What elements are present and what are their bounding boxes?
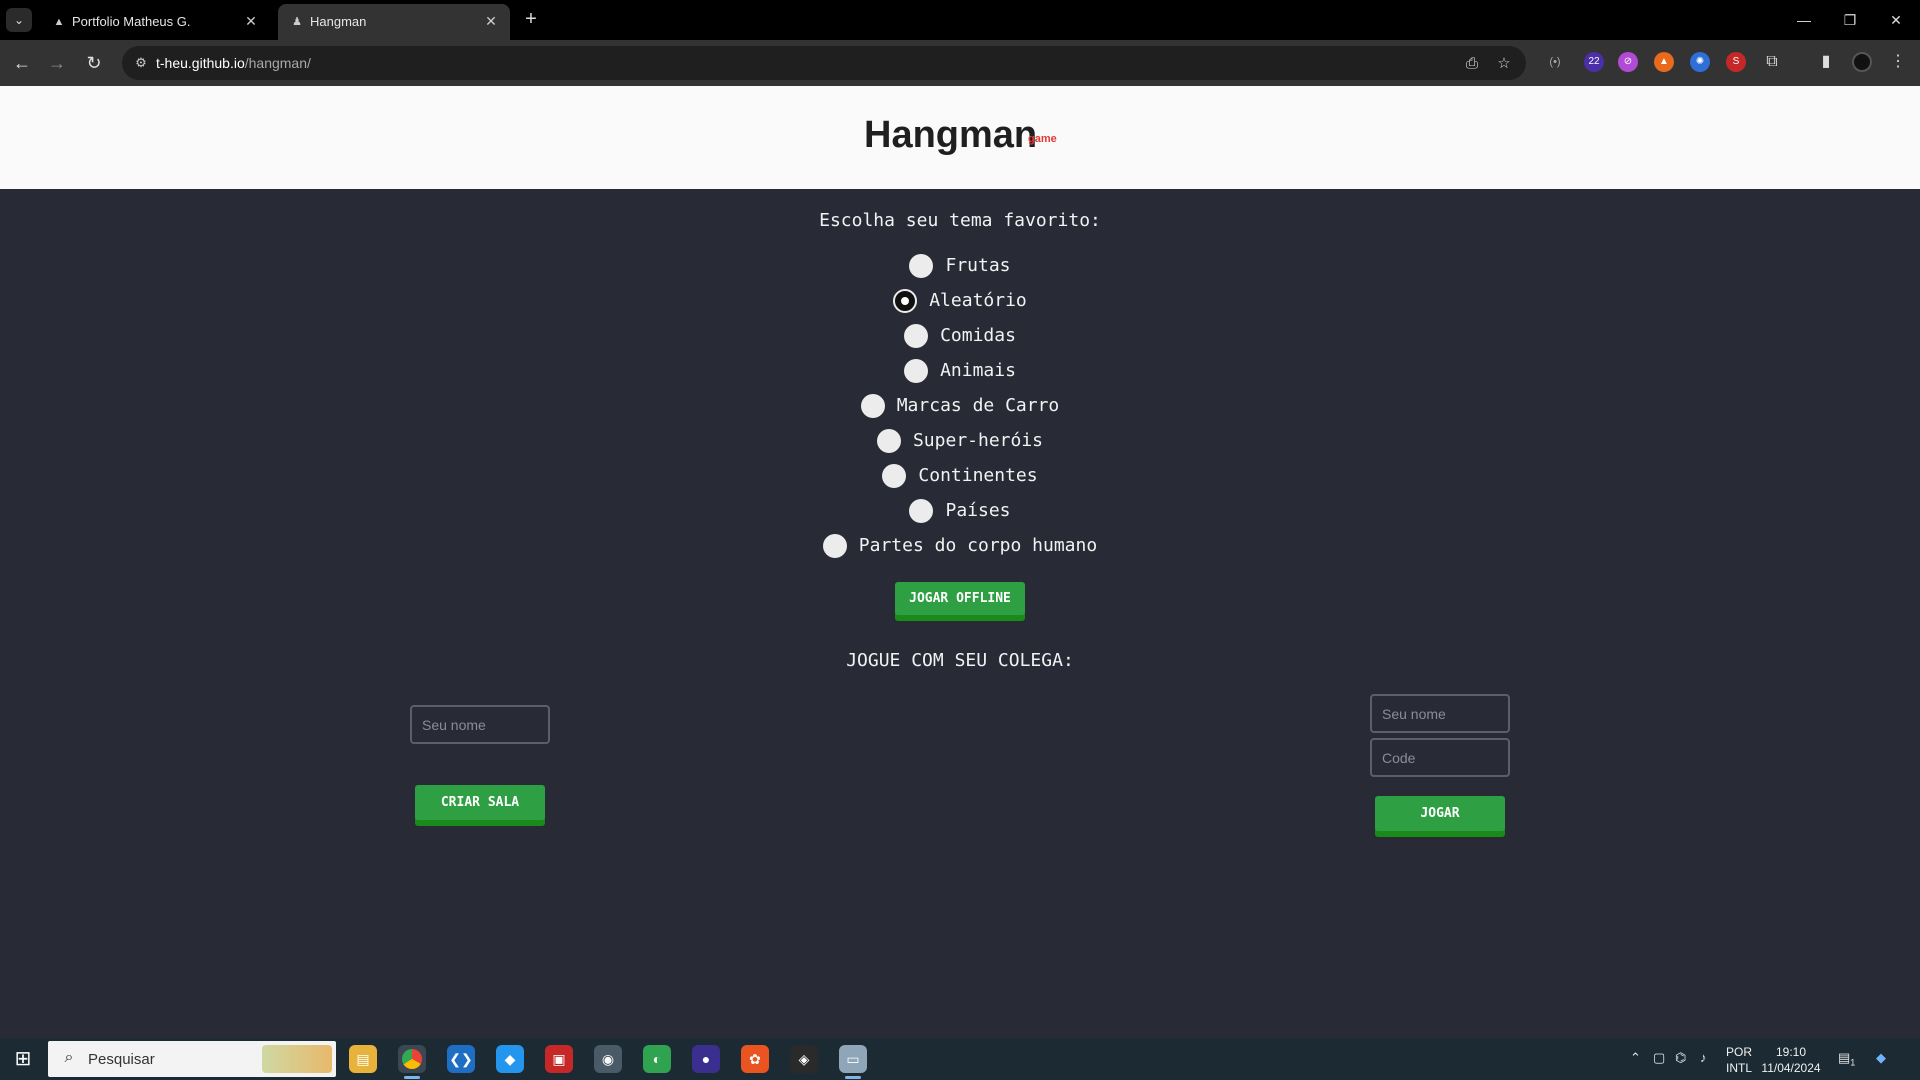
radio-button[interactable] (860, 393, 885, 418)
clock[interactable]: 19:10 11/04/2024 (1758, 1044, 1824, 1076)
site-header: Hangman game (0, 86, 1920, 189)
extensions-puzzle-icon[interactable]: ⧉ (1762, 52, 1782, 72)
theme-option-paises[interactable]: Países (0, 493, 1920, 528)
game-icon: ♟ (292, 16, 302, 28)
close-icon[interactable]: ✕ (242, 12, 260, 30)
radio-button[interactable] (909, 498, 934, 523)
theme-label: Animais (940, 360, 1016, 381)
theme-label: Super-heróis (912, 430, 1044, 451)
theme-label: Aleatório (929, 290, 1027, 311)
github-desktop-icon[interactable]: ◉ (594, 1045, 622, 1073)
theme-label: Países (945, 500, 1011, 521)
react-extension-icon[interactable]: ✺ (1690, 52, 1710, 72)
tab-hangman[interactable]: ♟ Hangman ✕ (278, 4, 510, 40)
theme-option-continentes[interactable]: Continentes (0, 458, 1920, 493)
ubuntu-icon[interactable]: ✿ (741, 1045, 769, 1073)
radio-button-checked[interactable] (893, 288, 918, 313)
minimize-button[interactable]: — (1784, 8, 1824, 32)
shield-extension-icon[interactable]: S (1726, 52, 1746, 72)
side-panel-icon[interactable]: ▮ (1816, 52, 1836, 72)
meet-now-icon[interactable]: ▢ (1653, 1050, 1665, 1066)
language-indicator[interactable]: POR INTL (1722, 1044, 1756, 1076)
close-icon[interactable]: ✕ (482, 12, 500, 30)
tab-title: Hangman (310, 14, 367, 29)
address-bar[interactable]: ⚙ t-heu.github.io/hangman/ ⎙ ☆ (122, 46, 1526, 80)
theme-option-marcas-de-carro[interactable]: Marcas de Carro (0, 388, 1920, 423)
theme-option-super-herois[interactable]: Super-heróis (0, 423, 1920, 458)
network-icon[interactable]: ⌬ (1675, 1050, 1686, 1066)
green-app-icon[interactable]: ◐ (643, 1045, 671, 1073)
theme-option-partes-do-corpo[interactable]: Partes do corpo humano (0, 528, 1920, 563)
compass-extension-icon[interactable]: ⊘ (1618, 52, 1638, 72)
create-room-button[interactable]: CRIAR SALA (415, 785, 545, 820)
red-app-icon[interactable]: ▣ (545, 1045, 573, 1073)
fox-extension-icon[interactable]: ▲ (1654, 52, 1674, 72)
taskbar-search-box[interactable]: ⌕ Pesquisar (48, 1041, 336, 1077)
radio-button[interactable] (904, 358, 929, 383)
back-icon[interactable]: ← (10, 51, 34, 75)
search-highlight-image (262, 1045, 332, 1073)
theme-option-frutas[interactable]: Frutas (0, 248, 1920, 283)
tab-portfolio[interactable]: ▲ Portfolio Matheus G. ✕ (40, 4, 270, 40)
radio-extension-icon[interactable]: (•) (1545, 52, 1565, 72)
radio-button[interactable] (882, 463, 907, 488)
logo: Hangman (864, 114, 1038, 156)
radio-button[interactable] (909, 253, 934, 278)
join-name-input[interactable] (1370, 694, 1510, 733)
theme-label: Comidas (940, 325, 1016, 346)
chrome-icon[interactable] (398, 1045, 426, 1079)
close-window-button[interactable]: ✕ (1876, 8, 1916, 32)
eclipse-icon[interactable]: ● (692, 1045, 720, 1073)
page-content: Hangman game Escolha seu tema favorito: … (0, 86, 1920, 1038)
theme-label: Marcas de Carro (896, 395, 1060, 416)
room-code-input[interactable] (1370, 738, 1510, 777)
theme-label: Partes do corpo humano (858, 535, 1098, 556)
taskbar-search-placeholder: Pesquisar (88, 1051, 155, 1068)
restore-button[interactable]: ❐ (1830, 8, 1870, 32)
extension-badge-icon[interactable]: 22 (1584, 52, 1604, 72)
copilot-icon[interactable]: ◆ (1876, 1050, 1886, 1066)
figma-icon[interactable]: ◈ (790, 1045, 818, 1073)
tab-strip: ⌄ ▲ Portfolio Matheus G. ✕ ♟ Hangman ✕ +… (0, 0, 1920, 40)
vscode-icon[interactable]: ❮❯ (447, 1045, 475, 1073)
theme-option-comidas[interactable]: Comidas (0, 318, 1920, 353)
theme-label: Continentes (918, 465, 1038, 486)
notification-icon[interactable]: ▤1 (1838, 1050, 1855, 1068)
volume-icon[interactable]: ♪ (1700, 1050, 1707, 1065)
windows-taskbar: ⊞ ⌕ Pesquisar ▤ ❮❯ ◆ ▣ ◉ ◐ ● ✿ ◈ ▭ ⌃ ▢ ⌬… (0, 1038, 1920, 1080)
menu-kebab-icon[interactable]: ⋮ (1888, 52, 1908, 72)
theme-options: Frutas Aleatório Comidas Animais Marcas … (0, 248, 1920, 563)
logo-subtitle: game (1028, 133, 1057, 145)
chevron-up-icon[interactable]: ⌃ (1630, 1050, 1641, 1066)
theme-label: Frutas (945, 255, 1011, 276)
triangle-icon: ▲ (53, 16, 65, 28)
remote-desktop-icon[interactable]: ▭ (839, 1045, 867, 1079)
site-info-icon[interactable]: ⚙ (132, 54, 150, 72)
host-name-input[interactable] (410, 705, 550, 744)
forward-icon[interactable]: → (45, 51, 69, 75)
radio-button[interactable] (822, 533, 847, 558)
profile-avatar[interactable] (1852, 52, 1872, 72)
url-text: t-heu.github.io/hangman/ (156, 55, 311, 71)
search-icon: ⌕ (64, 1049, 74, 1066)
theme-option-animais[interactable]: Animais (0, 353, 1920, 388)
radio-button[interactable] (904, 323, 929, 348)
tab-title: Portfolio Matheus G. (72, 14, 191, 29)
bookmark-star-icon[interactable]: ☆ (1494, 54, 1514, 74)
play-offline-button[interactable]: JOGAR OFFLINE (895, 582, 1025, 615)
theme-prompt: Escolha seu tema favorito: (819, 210, 1101, 231)
radio-button[interactable] (876, 428, 901, 453)
join-room-button[interactable]: JOGAR (1375, 796, 1505, 831)
windows-start-icon[interactable]: ⊞ (12, 1048, 34, 1070)
theme-option-aleatorio[interactable]: Aleatório (0, 283, 1920, 318)
new-tab-button[interactable]: + (520, 8, 542, 32)
tab-search-button[interactable]: ⌄ (6, 8, 32, 32)
play-together-heading: JOGUE COM SEU COLEGA: (846, 650, 1074, 671)
file-explorer-icon[interactable]: ▤ (349, 1045, 377, 1073)
reload-icon[interactable]: ↻ (82, 51, 106, 75)
docker-icon[interactable]: ◆ (496, 1045, 524, 1073)
install-app-icon[interactable]: ⎙ (1462, 54, 1482, 74)
